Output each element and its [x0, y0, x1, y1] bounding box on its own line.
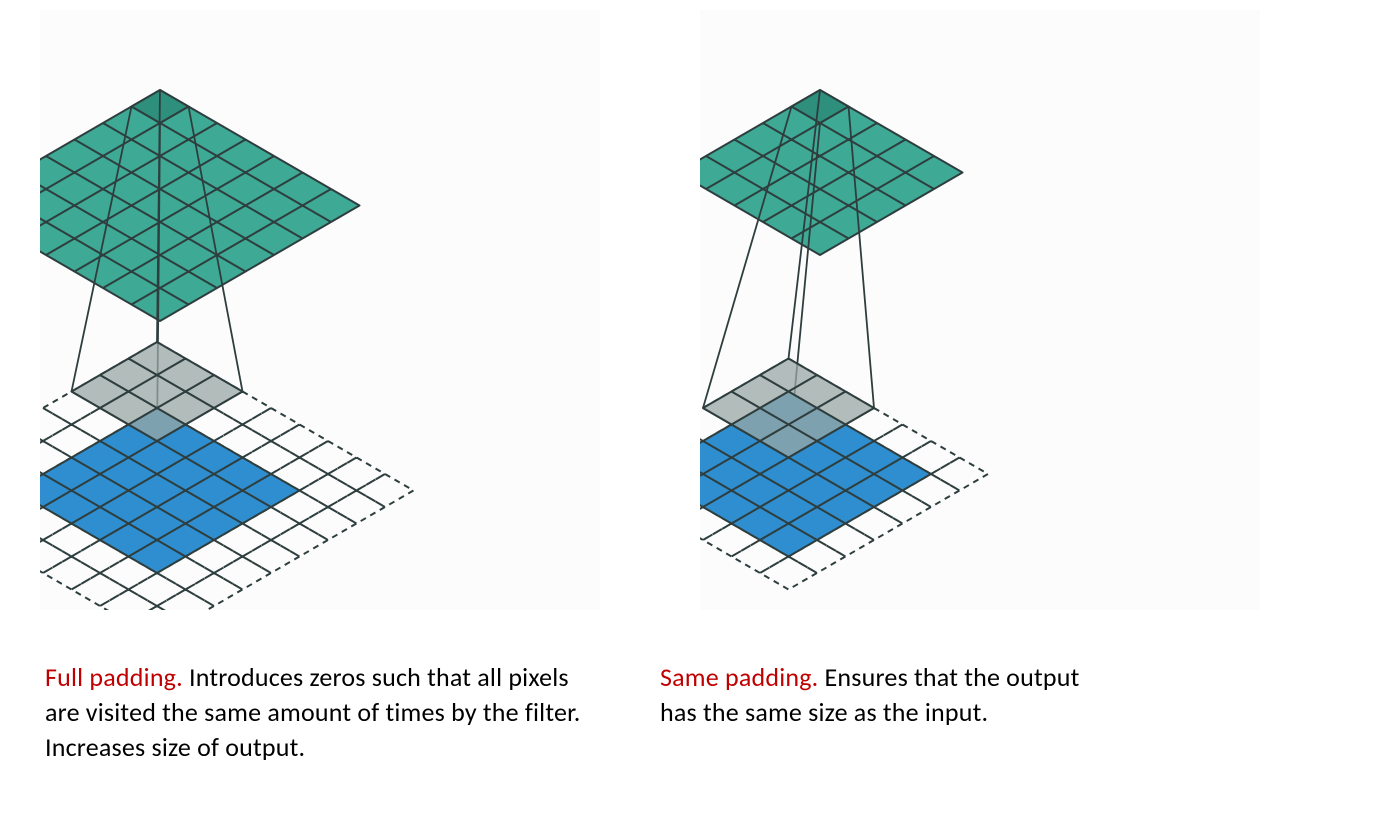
slide: Full padding. Introduces zeros such that…	[0, 0, 1400, 836]
caption-full: Full padding. Introduces zeros such that…	[45, 660, 605, 765]
caption-same-term: Same padding.	[660, 661, 818, 693]
panel-full-padding	[40, 10, 600, 610]
same-padding-diagram	[700, 10, 1260, 610]
caption-full-term: Full padding.	[45, 661, 183, 693]
caption-same: Same padding. Ensures that the output ha…	[660, 660, 1080, 730]
full-padding-diagram	[40, 10, 600, 610]
panel-same-padding	[700, 10, 1260, 610]
